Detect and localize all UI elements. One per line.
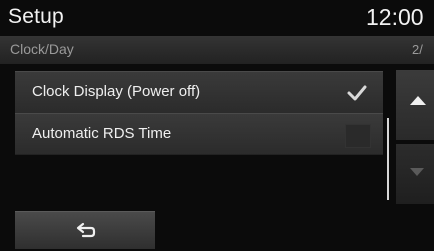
list-divider [15, 154, 383, 155]
back-button[interactable] [15, 211, 155, 249]
arrow-down-icon [410, 168, 424, 176]
scrollbar[interactable] [387, 118, 389, 200]
setup-screen: Setup 12:00 Clock/Day 2/ Clock Display (… [0, 0, 434, 251]
section-title: Clock/Day [10, 41, 74, 57]
list-item-clock-display[interactable]: Clock Display (Power off) [15, 71, 383, 113]
checkmark-icon[interactable] [345, 82, 369, 104]
back-arrow-icon [76, 222, 96, 238]
scroll-down-button[interactable] [396, 144, 434, 204]
checkbox-empty-icon[interactable] [345, 124, 371, 148]
section-header: Clock/Day 2/ [0, 36, 434, 64]
screen-title: Setup [8, 5, 64, 28]
scroll-up-button[interactable] [396, 70, 434, 140]
list-item-label: Clock Display (Power off) [32, 83, 201, 100]
list-item-label: Automatic RDS Time [32, 125, 172, 142]
clock-display: 12:00 [366, 4, 424, 30]
list-item-automatic-rds-time[interactable]: Automatic RDS Time [15, 113, 383, 155]
page-indicator: 2/ [412, 42, 423, 57]
arrow-up-icon [410, 96, 426, 105]
